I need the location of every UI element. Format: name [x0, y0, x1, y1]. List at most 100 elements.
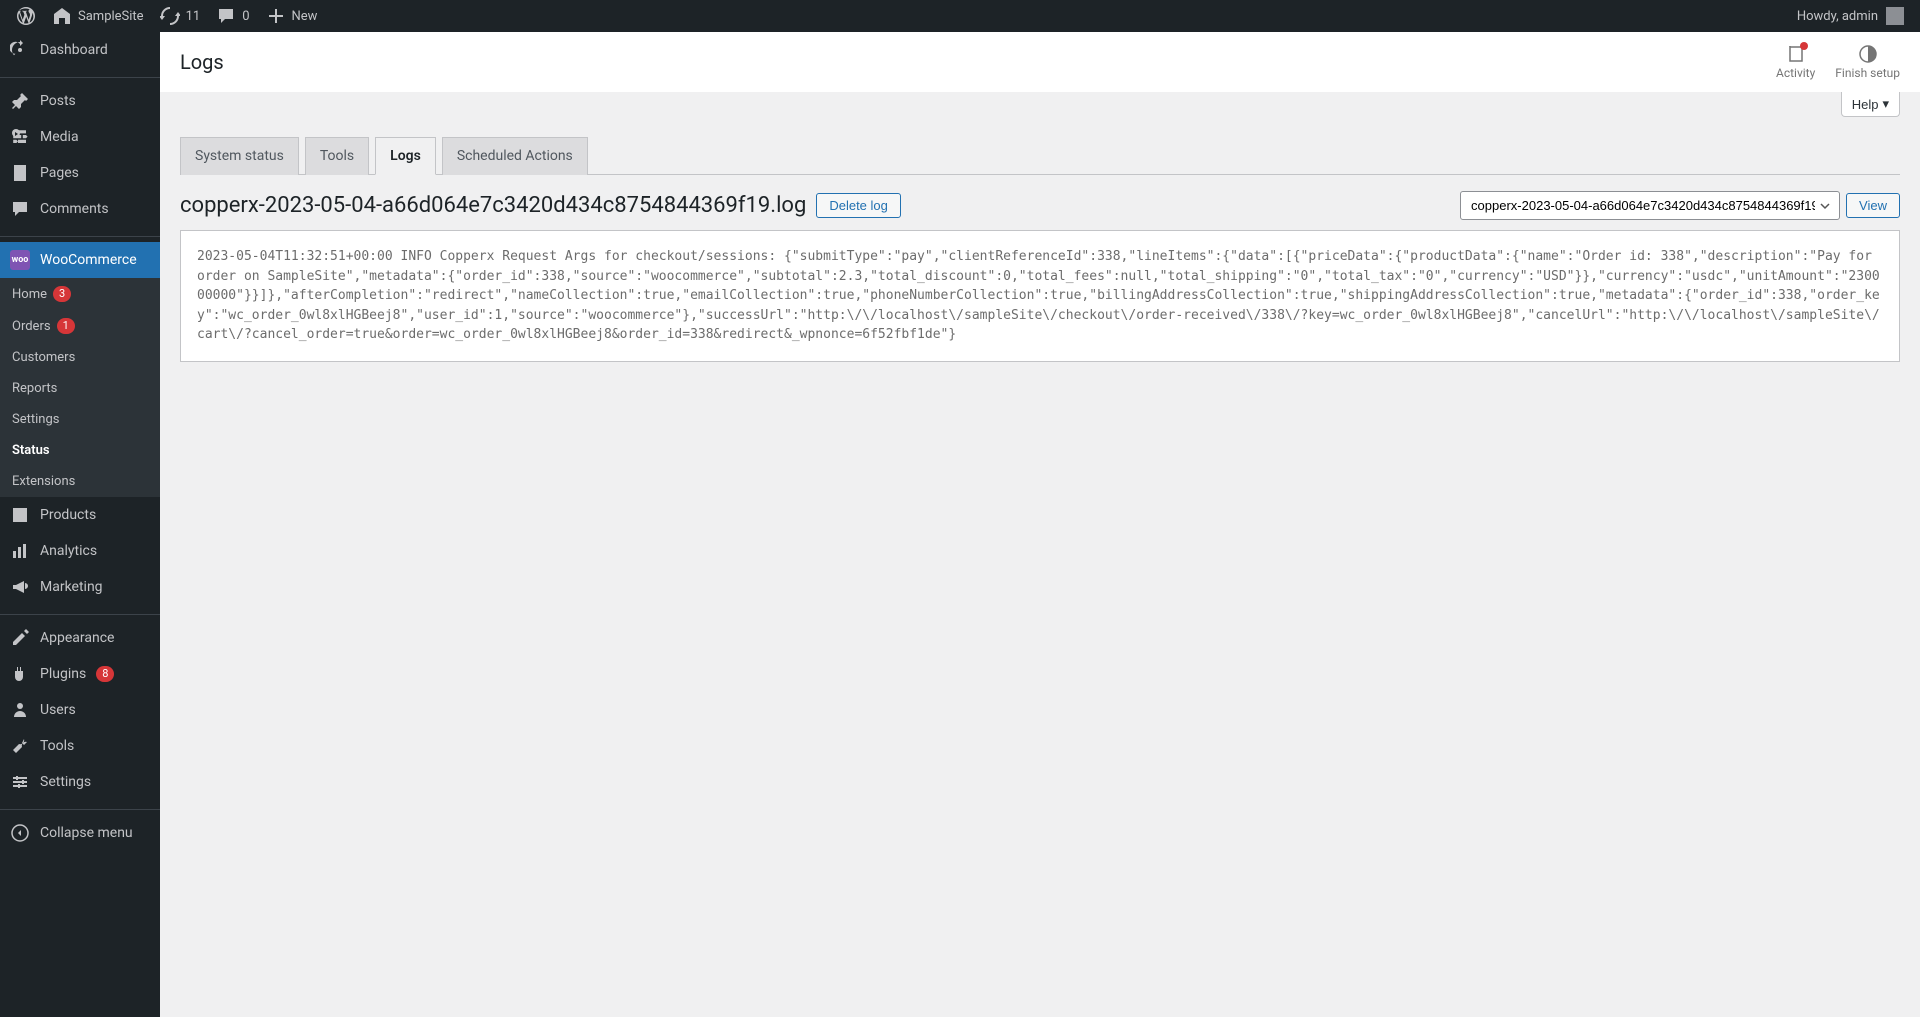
new-link[interactable]: New — [258, 0, 326, 32]
main-content: Logs Activity Finish setup Help ▾ — [160, 32, 1920, 1017]
marketing-icon — [10, 577, 30, 597]
tab-scheduled-actions[interactable]: Scheduled Actions — [442, 137, 588, 175]
new-label: New — [292, 9, 318, 24]
admin-bar-right[interactable]: Howdy, admin — [1797, 7, 1912, 25]
menu-separator — [0, 73, 160, 78]
submenu-extensions[interactable]: Extensions — [0, 466, 160, 497]
home-icon — [52, 6, 72, 26]
delete-log-button[interactable]: Delete log — [816, 193, 901, 218]
pages-icon — [10, 163, 30, 183]
update-icon — [160, 6, 180, 26]
sidebar-collapse[interactable]: Collapse menu — [0, 815, 160, 851]
pages-label: Pages — [40, 165, 79, 181]
status-tabs: System status Tools Logs Scheduled Actio… — [180, 137, 1900, 175]
log-title-row: copperx-2023-05-04-a66d064e7c3420d434c87… — [180, 193, 901, 218]
header-actions: Activity Finish setup — [1776, 44, 1900, 80]
activity-notification-dot — [1800, 42, 1808, 50]
tools-icon — [10, 736, 30, 756]
admin-sidebar: Dashboard Posts Media Pages Comments woo… — [0, 32, 160, 1017]
sidebar-item-dashboard[interactable]: Dashboard — [0, 32, 160, 68]
submenu-orders-label: Orders — [12, 319, 51, 334]
sidebar-item-comments[interactable]: Comments — [0, 191, 160, 227]
dashboard-icon — [10, 40, 30, 60]
finish-setup-icon — [1858, 44, 1878, 64]
activity-button[interactable]: Activity — [1776, 44, 1815, 80]
plugins-label: Plugins — [40, 666, 86, 682]
site-name-link[interactable]: SampleSite — [44, 0, 152, 32]
sidebar-item-pages[interactable]: Pages — [0, 155, 160, 191]
wp-logo[interactable] — [8, 0, 44, 32]
sidebar-item-tools[interactable]: Tools — [0, 728, 160, 764]
submenu-reports[interactable]: Reports — [0, 373, 160, 404]
submenu-home-label: Home — [12, 287, 47, 302]
submenu-home[interactable]: Home 3 — [0, 278, 160, 310]
sidebar-item-marketing[interactable]: Marketing — [0, 569, 160, 605]
settings-main-label: Settings — [40, 774, 91, 790]
help-bar: Help ▾ — [160, 92, 1920, 117]
submenu-status[interactable]: Status — [0, 435, 160, 466]
users-icon — [10, 700, 30, 720]
sidebar-item-users[interactable]: Users — [0, 692, 160, 728]
comments-link[interactable]: 0 — [208, 0, 257, 32]
appearance-label: Appearance — [40, 630, 114, 646]
page-title: Logs — [180, 50, 224, 74]
admin-bar-left: SampleSite 11 0 New — [8, 0, 325, 32]
marketing-label: Marketing — [40, 579, 103, 595]
updates-link[interactable]: 11 — [152, 0, 209, 32]
log-filename: copperx-2023-05-04-a66d064e7c3420d434c87… — [180, 193, 806, 218]
sidebar-item-appearance[interactable]: Appearance — [0, 620, 160, 656]
tab-logs[interactable]: Logs — [375, 137, 436, 175]
activity-icon — [1786, 44, 1806, 64]
submenu-orders[interactable]: Orders 1 — [0, 310, 160, 342]
menu-separator — [0, 232, 160, 237]
avatar — [1886, 7, 1904, 25]
sidebar-item-media[interactable]: Media — [0, 119, 160, 155]
plugins-badge: 8 — [96, 666, 114, 682]
home-badge: 3 — [53, 286, 71, 302]
submenu-settings[interactable]: Settings — [0, 404, 160, 435]
woocommerce-submenu: Home 3 Orders 1 Customers Reports Settin… — [0, 278, 160, 497]
comment-icon — [216, 6, 236, 26]
pin-icon — [10, 91, 30, 111]
woocommerce-label: WooCommerce — [40, 252, 137, 268]
sidebar-item-settings[interactable]: Settings — [0, 764, 160, 800]
activity-label: Activity — [1776, 66, 1815, 80]
dashboard-label: Dashboard — [40, 42, 108, 58]
wordpress-icon — [16, 6, 36, 26]
menu-separator — [0, 610, 160, 615]
settings-icon — [10, 772, 30, 792]
sidebar-item-analytics[interactable]: Analytics — [0, 533, 160, 569]
plugins-icon — [10, 664, 30, 684]
updates-count: 11 — [186, 9, 201, 24]
finish-setup-label: Finish setup — [1835, 66, 1900, 80]
view-button[interactable]: View — [1846, 193, 1900, 218]
tab-system-status[interactable]: System status — [180, 137, 299, 175]
help-button[interactable]: Help ▾ — [1841, 92, 1900, 117]
collapse-icon — [10, 823, 30, 843]
sidebar-item-posts[interactable]: Posts — [0, 83, 160, 119]
menu-separator — [0, 805, 160, 810]
posts-label: Posts — [40, 93, 76, 109]
sidebar-item-plugins[interactable]: Plugins 8 — [0, 656, 160, 692]
collapse-label: Collapse menu — [40, 825, 133, 841]
appearance-icon — [10, 628, 30, 648]
finish-setup-button[interactable]: Finish setup — [1835, 44, 1900, 80]
tab-tools[interactable]: Tools — [305, 137, 369, 175]
submenu-customers[interactable]: Customers — [0, 342, 160, 373]
products-icon — [10, 505, 30, 525]
help-label: Help — [1852, 97, 1879, 112]
comments-label: Comments — [40, 201, 109, 217]
header-bar: Logs Activity Finish setup — [160, 32, 1920, 92]
users-label: Users — [40, 702, 76, 718]
comments-icon — [10, 199, 30, 219]
log-file-select[interactable]: copperx-2023-05-04-a66d064e7c3420d434c87… — [1460, 191, 1840, 220]
media-label: Media — [40, 129, 79, 145]
tools-label: Tools — [40, 738, 74, 754]
site-name: SampleSite — [78, 9, 144, 24]
comments-count: 0 — [242, 9, 249, 24]
media-icon — [10, 127, 30, 147]
sidebar-item-woocommerce[interactable]: woo WooCommerce — [0, 242, 160, 278]
analytics-label: Analytics — [40, 543, 97, 559]
sidebar-item-products[interactable]: Products — [0, 497, 160, 533]
log-header: copperx-2023-05-04-a66d064e7c3420d434c87… — [160, 175, 1920, 230]
